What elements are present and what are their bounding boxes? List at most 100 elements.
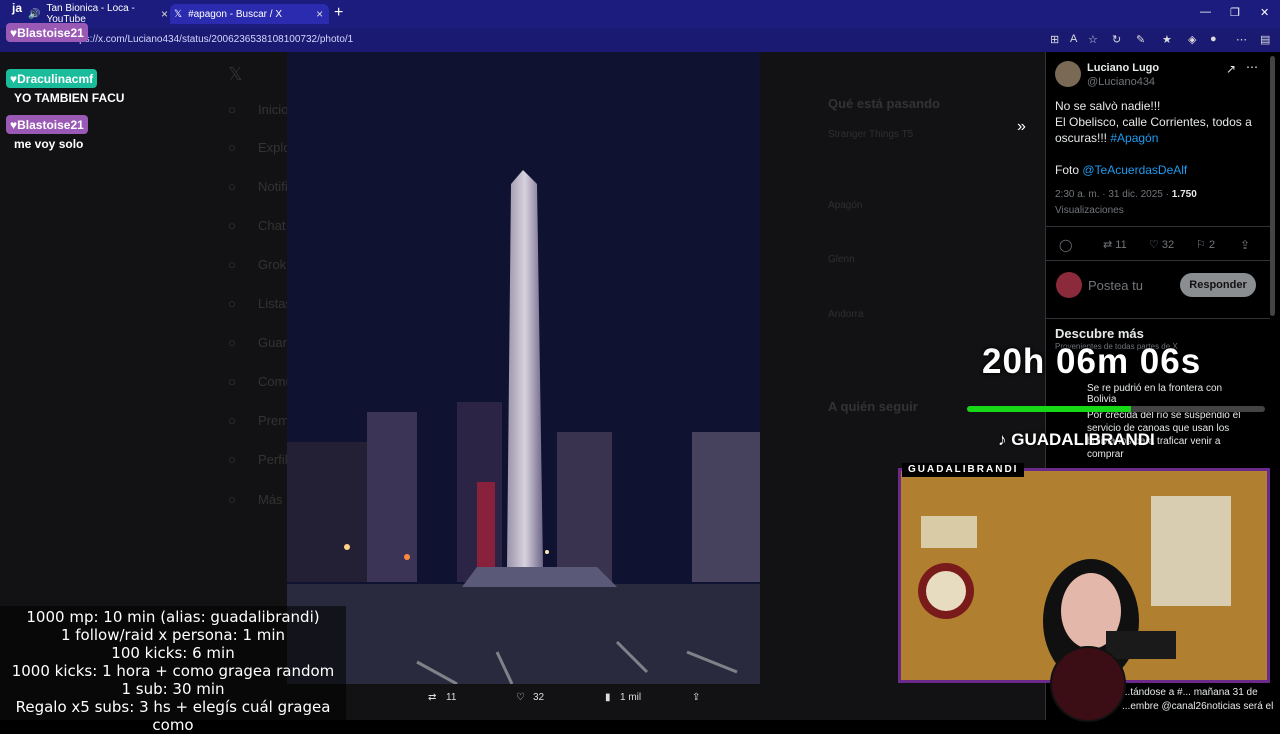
time-text[interactable]: 2:30 a. m. · 31 dic. 2025 · bbox=[1055, 189, 1172, 200]
author-handle[interactable]: @Luciano434 bbox=[1087, 76, 1155, 88]
tiktok-handle: ♪ GUADALIBRANDI bbox=[998, 430, 1155, 450]
like-icon[interactable]: ♡ bbox=[516, 692, 525, 703]
chat-message: YO TAMBIEN FACU bbox=[14, 91, 125, 105]
discover-post-text: Se re pudrió en la frontera con Bolivia bbox=[1087, 383, 1223, 405]
timer-progress-bar bbox=[967, 406, 1265, 412]
sidebar-nav-icon[interactable]: ○ bbox=[228, 413, 236, 428]
trends-title: Qué está pasando bbox=[828, 96, 940, 111]
extensions-icon[interactable]: ✎ bbox=[1136, 33, 1145, 46]
reply-icon[interactable]: ◯ bbox=[1059, 238, 1072, 252]
goal-line: 100 kicks: 6 min bbox=[111, 644, 235, 662]
grok-icon[interactable]: ↗ bbox=[1226, 62, 1236, 76]
vtuber-avatar bbox=[1050, 646, 1126, 722]
close-icon[interactable]: × bbox=[161, 7, 168, 21]
profile-icon[interactable]: ● bbox=[1210, 33, 1217, 45]
trend-item[interactable]: Apagón bbox=[828, 200, 862, 211]
sidebar-nav-label[interactable]: Inicio bbox=[258, 102, 288, 117]
chat-message: me voy solo bbox=[14, 137, 84, 151]
tweet-text-line3: oscuras!!! #Apagón bbox=[1055, 131, 1158, 145]
url-field[interactable]: https://x.com/Luciano434/status/20062365… bbox=[68, 34, 353, 45]
close-icon[interactable]: × bbox=[316, 7, 323, 21]
trend-item[interactable]: Stranger Things T5 bbox=[828, 129, 913, 140]
goal-line: Regalo x5 subs: 3 hs + elegís cuál grage… bbox=[15, 698, 331, 734]
tweet-text-oscuras: oscuras!!! bbox=[1055, 131, 1111, 145]
tweet-photo[interactable] bbox=[287, 52, 760, 684]
badge-icon: ♥ bbox=[10, 117, 18, 132]
sidebar-nav-icon[interactable]: ○ bbox=[228, 452, 236, 467]
sidebar-nav-label[interactable]: Chat bbox=[258, 218, 285, 233]
tweet-text-line1: No se salvò nadie!!! bbox=[1055, 99, 1161, 113]
scrollbar[interactable] bbox=[1270, 56, 1275, 316]
more-icon[interactable]: ⋯ bbox=[1246, 60, 1258, 74]
share-icon[interactable]: ⇪ bbox=[692, 692, 700, 703]
stream-goals: 1000 mp: 10 min (alias: guadalibrandi) 1 … bbox=[0, 606, 346, 734]
sidebar-nav-label[interactable]: Más bbox=[258, 492, 283, 507]
shield-icon[interactable]: ◈ bbox=[1188, 33, 1196, 46]
sidebar-nav-label[interactable]: Grok bbox=[258, 257, 286, 272]
goal-line: 1000 mp: 10 min (alias: guadalibrandi) bbox=[26, 608, 320, 626]
new-tab-button[interactable]: + bbox=[334, 4, 343, 22]
x-logo-icon: 𝕏 bbox=[228, 64, 243, 84]
tab-youtube[interactable]: 🔊 Tan Bionica - Loca - YouTube × bbox=[28, 3, 168, 25]
sidebar-nav-icon[interactable]: ○ bbox=[228, 374, 236, 389]
like-count: 32 bbox=[1161, 239, 1175, 251]
read-aloud-icon[interactable]: A bbox=[1070, 33, 1077, 45]
divider bbox=[1045, 318, 1270, 319]
discover-title: Descubre más bbox=[1055, 326, 1144, 341]
mention-link[interactable]: @TeAcuerdasDeAlf bbox=[1082, 163, 1187, 177]
user-avatar bbox=[1056, 272, 1082, 298]
x-logo-icon: 𝕏 bbox=[174, 8, 183, 20]
obelisco-image bbox=[287, 52, 760, 684]
hashtag-link[interactable]: #Apagón bbox=[1110, 131, 1158, 145]
tweet-text-line2: El Obelisco, calle Corrientes, todos a bbox=[1055, 115, 1252, 129]
foto-label: Foto bbox=[1055, 163, 1083, 177]
badge-icon: ♥ bbox=[10, 25, 18, 40]
trend-item[interactable]: Andorra bbox=[828, 309, 864, 320]
retweet-button[interactable]: ⇄ 11 bbox=[1103, 238, 1127, 251]
favorites-icon[interactable]: ★ bbox=[1162, 33, 1172, 46]
stream-logo: ja bbox=[12, 1, 23, 15]
expand-icon[interactable]: » bbox=[1017, 118, 1026, 136]
close-window-button[interactable]: ✕ bbox=[1260, 6, 1269, 19]
sidebar-nav-icon[interactable]: ○ bbox=[228, 179, 236, 194]
goal-line: 1 follow/raid x persona: 1 min bbox=[60, 626, 286, 644]
chat-user-label: Blastoise21 bbox=[17, 25, 84, 40]
reply-input[interactable]: Postea tu bbox=[1088, 278, 1143, 293]
maximize-button[interactable]: ❐ bbox=[1230, 6, 1240, 19]
sidebar-nav-label[interactable]: Perfil bbox=[258, 452, 288, 467]
bookmark-button[interactable]: ⚐ 2 bbox=[1196, 238, 1215, 251]
favorite-icon[interactable]: ☆ bbox=[1088, 33, 1098, 46]
apps-icon[interactable]: ⊞ bbox=[1050, 33, 1059, 46]
timer-progress-fill bbox=[967, 406, 1131, 412]
photo-like-count: 32 bbox=[533, 692, 545, 703]
sidebar-nav-icon[interactable]: ○ bbox=[228, 492, 236, 507]
goal-line: 1000 kicks: 1 hora + como gragea random bbox=[11, 662, 335, 680]
bookmark-icon: ⚐ bbox=[1196, 239, 1209, 251]
badge-icon: ♥ bbox=[10, 71, 18, 86]
views-label: Visualizaciones bbox=[1055, 205, 1124, 216]
divider bbox=[1045, 226, 1270, 227]
sidebar-nav-icon[interactable]: ○ bbox=[228, 218, 236, 233]
sidebar-nav-icon[interactable]: ○ bbox=[228, 102, 236, 117]
sidebar-nav-icon[interactable]: ○ bbox=[228, 140, 236, 155]
address-bar: https://x.com/Luciano434/status/20062365… bbox=[0, 28, 1280, 52]
sidebar-nav-icon[interactable]: ○ bbox=[228, 296, 236, 311]
trend-item[interactable]: Glenn bbox=[828, 254, 855, 265]
refresh-icon[interactable]: ↻ bbox=[1112, 33, 1121, 46]
tab-x-search[interactable]: 𝕏 #apagon - Buscar / X × bbox=[170, 4, 329, 24]
browser-tab-bar: ja 🔊 Tan Bionica - Loca - YouTube × 𝕏 #a… bbox=[0, 0, 1280, 28]
like-button[interactable]: ♡ 32 bbox=[1149, 238, 1174, 251]
sidebar-icon[interactable]: ▤ bbox=[1260, 33, 1270, 46]
menu-icon[interactable]: ⋯ bbox=[1236, 33, 1247, 46]
author-name[interactable]: Luciano Lugo bbox=[1087, 62, 1159, 74]
sidebar-nav-icon[interactable]: ○ bbox=[228, 257, 236, 272]
minimize-button[interactable]: — bbox=[1200, 6, 1211, 18]
share-icon[interactable]: ⇪ bbox=[1240, 238, 1250, 252]
tab-label: Tan Bionica - Loca - YouTube bbox=[46, 3, 135, 25]
retweet-icon[interactable]: ⇄ bbox=[428, 692, 436, 703]
views-icon[interactable]: ▮ bbox=[605, 692, 611, 703]
reply-button[interactable]: Responder bbox=[1180, 273, 1256, 297]
sidebar-nav-icon[interactable]: ○ bbox=[228, 335, 236, 350]
bottom-text1: ...tándose a #... mañana 31 de bbox=[1122, 687, 1258, 698]
author-avatar[interactable] bbox=[1055, 61, 1081, 87]
